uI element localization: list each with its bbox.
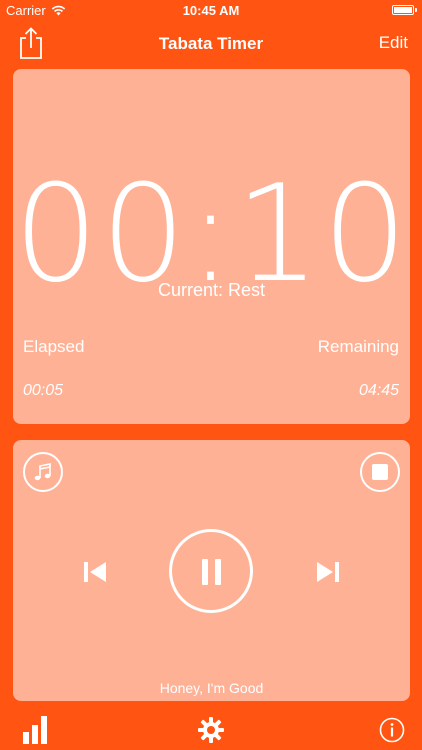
song-title: Honey, I'm Good bbox=[159, 680, 264, 696]
stats-icon[interactable] bbox=[22, 714, 48, 744]
current-state-label: Current: Rest bbox=[157, 280, 266, 300]
previous-track-icon[interactable] bbox=[81, 558, 109, 586]
page-title: Tabata Timer bbox=[158, 34, 264, 53]
remaining-value: 04:45 bbox=[358, 382, 399, 399]
pause-icon bbox=[202, 559, 208, 585]
tab-bar bbox=[0, 706, 422, 750]
pause-button[interactable] bbox=[169, 529, 253, 613]
elapsed-label: Elapsed bbox=[23, 337, 85, 356]
elapsed-value: 00:05 bbox=[23, 382, 64, 399]
music-note-icon bbox=[34, 463, 51, 481]
battery-icon bbox=[392, 5, 417, 15]
music-player-card: Honey, I'm Good bbox=[13, 440, 410, 701]
timer-card: 00:10 Current: Rest Elapsed Remaining 00… bbox=[13, 69, 410, 424]
info-icon[interactable] bbox=[379, 717, 405, 743]
navigation-bar: Tabata Timer Edit bbox=[0, 22, 422, 66]
status-bar: Carrier 10:45 AM bbox=[0, 0, 422, 22]
next-track-icon[interactable] bbox=[314, 558, 342, 586]
remaining-label: Remaining bbox=[317, 337, 399, 356]
edit-button[interactable]: Edit bbox=[379, 33, 408, 53]
pause-icon bbox=[215, 559, 221, 585]
status-time: 10:45 AM bbox=[182, 3, 240, 18]
music-library-button[interactable] bbox=[23, 452, 63, 492]
stop-button[interactable] bbox=[360, 452, 400, 492]
stop-icon bbox=[372, 464, 388, 480]
settings-icon[interactable] bbox=[197, 716, 225, 744]
